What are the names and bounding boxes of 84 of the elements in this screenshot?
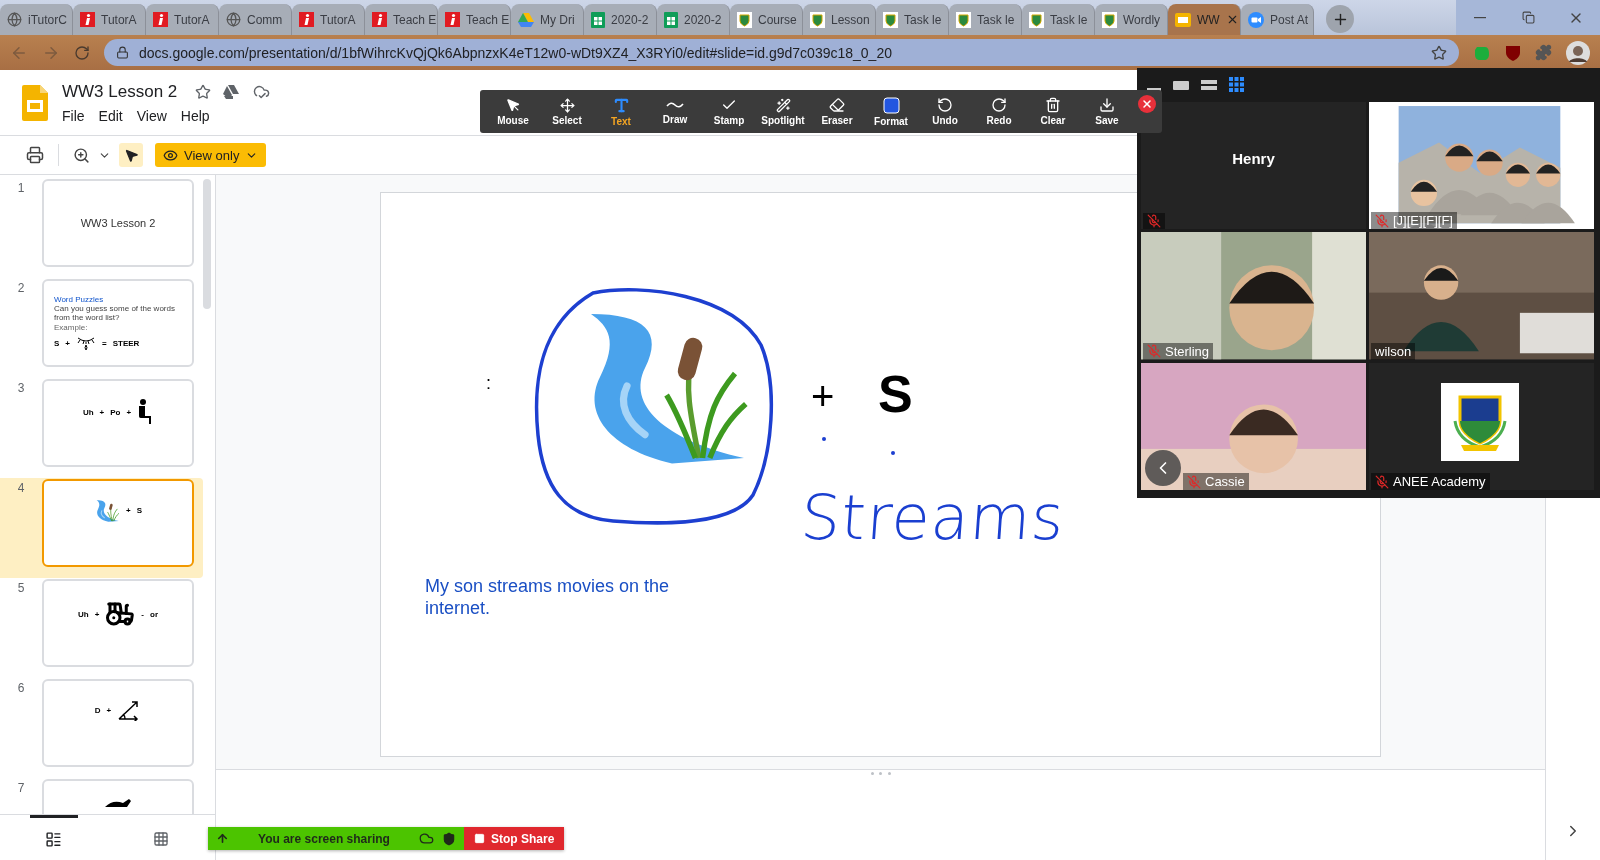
browser-tab[interactable]: TutorA xyxy=(292,4,365,35)
thumbnail-text: STEER xyxy=(112,338,140,348)
menu-item[interactable]: Edit xyxy=(98,107,123,124)
thumbnail-text: Can you guess some of the words from the word list? xyxy=(54,304,176,323)
thumbnail-text: + xyxy=(106,705,112,715)
slide-number: 1 xyxy=(16,180,26,195)
thumbnail-text: + xyxy=(126,506,131,516)
annotation-tool[interactable]: Eraser xyxy=(810,97,864,126)
annotation-tool[interactable]: Redo xyxy=(972,97,1026,126)
browser-tab[interactable]: Comm xyxy=(219,4,292,35)
menu-item[interactable]: File xyxy=(62,107,85,124)
thumbnail-text: S xyxy=(54,338,60,348)
thumbnail-title: WW3 Lesson 2 xyxy=(80,217,156,229)
annotation-tool[interactable]: Format xyxy=(864,96,918,127)
participant-name: Sterling xyxy=(1165,343,1210,359)
annotation-tool[interactable]: Clear xyxy=(1026,97,1080,126)
participant-name: [J][E][F][F] xyxy=(1393,213,1453,229)
browser-tab[interactable]: 2020-2 xyxy=(584,4,657,35)
participant-name: ANEE Academy xyxy=(1393,474,1486,489)
participant-name: Cassie xyxy=(1205,474,1245,489)
slide-thumbnail[interactable]: D + xyxy=(42,679,194,767)
thumbnail-text: or xyxy=(150,609,158,619)
browser-tab[interactable]: Wordly xyxy=(1095,4,1168,35)
thumbnail-text: + xyxy=(126,407,132,417)
handwritten-text: Streams xyxy=(798,481,1068,554)
browser-tab[interactable]: iTutorC xyxy=(0,4,73,35)
annotation-tool[interactable]: Text xyxy=(594,96,648,127)
slide-thumbnail[interactable]: WW3 Lesson 2 xyxy=(42,179,194,267)
annotation-tool[interactable]: Spotlight xyxy=(756,97,810,126)
annotation-tool[interactable]: Select xyxy=(540,97,594,126)
stop-share-button[interactable]: Stop Share xyxy=(464,827,565,850)
browser-tab[interactable]: Task le xyxy=(876,4,949,35)
browser-tab[interactable]: Course xyxy=(730,4,803,35)
participant-name: Henry xyxy=(1231,150,1276,167)
thumbnail-text: + xyxy=(99,407,105,417)
slide-number: 5 xyxy=(16,580,26,595)
slide-number: 2 xyxy=(16,280,26,295)
browser-tab[interactable]: 2020-2 xyxy=(657,4,730,35)
annotation-tool[interactable]: Save xyxy=(1080,97,1134,126)
browser-tab[interactable]: TutorA xyxy=(146,4,219,35)
browser-tab[interactable]: Post At xyxy=(1241,4,1314,35)
browser-tab[interactable]: Lesson xyxy=(803,4,876,35)
slide-thumbnail[interactable]: Uh + Po + xyxy=(42,379,194,467)
thumbnail-text: = xyxy=(102,338,107,348)
participant-name: wilson xyxy=(1375,343,1412,359)
thumbnail-text: Example: xyxy=(54,323,89,333)
colon-text: : xyxy=(486,373,491,394)
annotation-tool[interactable]: Mouse xyxy=(486,97,540,126)
plus-text: + xyxy=(811,373,835,419)
browser-tab[interactable]: Task le xyxy=(949,4,1022,35)
annotation-tool[interactable]: Undo xyxy=(918,97,972,126)
slide-thumbnail[interactable]: + S xyxy=(42,479,194,567)
slide-thumbnail[interactable]: Word Puzzles Can you guess some of the words from the word list? Example: S + = STEER xyxy=(42,279,194,367)
slide-number: 6 xyxy=(16,680,26,695)
example-sentence: My son streams movies on the internet. xyxy=(425,576,671,620)
menu-item[interactable]: View xyxy=(136,107,167,124)
browser-tab[interactable]: My Dri xyxy=(511,4,584,35)
thumbnail-text: S xyxy=(136,506,142,516)
thumbnail-text: + xyxy=(65,338,70,348)
browser-tab[interactable]: Teach E xyxy=(365,4,438,35)
browser-tab[interactable]: TutorA xyxy=(73,4,146,35)
slide-thumbnail[interactable]: Uh + - or xyxy=(42,579,194,667)
annotation-tool[interactable]: Draw xyxy=(648,98,702,125)
thumbnail-text: D xyxy=(94,705,101,715)
document-title: WW3 Lesson 2 xyxy=(62,81,178,102)
annotation-tool[interactable]: Stamp xyxy=(702,97,756,126)
sharing-status-text: You are screen sharing xyxy=(257,831,391,846)
thumbnail-text: Uh xyxy=(78,609,89,619)
thumbnail-text: Uh xyxy=(82,407,94,417)
browser-tab[interactable]: WW xyxy=(1168,4,1241,35)
thumbnail-text: - xyxy=(141,609,144,619)
thumbnail-text: Po xyxy=(110,407,121,417)
thumbnail-text: + xyxy=(94,609,100,619)
view-only-button[interactable]: View only xyxy=(155,143,267,167)
slide-number: 3 xyxy=(16,380,26,395)
address-bar[interactable]: docs.google.com/presentation/d/1bfWihrcKvQjQk6AbpnzxK4eT12w0-wDt9XZ4_X3RYi0/edit#slide=id.g9d7c039c18_0_20 xyxy=(104,39,1459,66)
thumbnail-heading: Word Puzzles xyxy=(54,294,105,304)
letter-text: S xyxy=(878,365,913,425)
browser-tab[interactable]: Teach E xyxy=(438,4,511,35)
slide-number: 7 xyxy=(16,780,26,795)
menu-item[interactable]: Help xyxy=(180,107,210,124)
slide-number: 4 xyxy=(16,480,26,495)
url-text: docs.google.com/presentation/d/1bfWihrcKvQjQk6AbpnzxK4eT12w0-wDt9XZ4_X3RYi0/edit#slide=id.g9d7c039c18_0_20 xyxy=(139,44,892,61)
browser-tab[interactable]: Task le xyxy=(1022,4,1095,35)
